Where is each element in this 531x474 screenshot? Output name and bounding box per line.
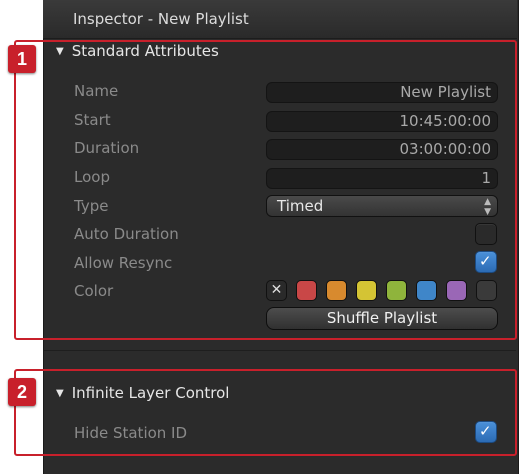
section-title: Standard Attributes <box>71 42 219 60</box>
section-2-number-badge: 2 <box>8 378 36 406</box>
type-label: Type <box>74 197 109 215</box>
duration-label: Duration <box>74 139 140 157</box>
checkmark-icon: ✓ <box>479 252 492 270</box>
name-input[interactable]: New Playlist <box>266 82 498 103</box>
checkmark-icon: ✓ <box>479 422 492 440</box>
name-label: Name <box>74 82 119 100</box>
duration-timecode-input[interactable]: 03:00:00:00 <box>266 139 498 160</box>
loop-label: Loop <box>74 168 110 186</box>
auto-duration-label: Auto Duration <box>74 225 179 243</box>
color-swatch-4[interactable] <box>386 280 407 301</box>
color-swatch-1[interactable] <box>296 280 317 301</box>
section-1-number-badge: 1 <box>8 45 36 73</box>
section-title: Infinite Layer Control <box>71 384 230 402</box>
section-standard-attributes-header[interactable]: ▼ Standard Attributes <box>56 42 219 60</box>
section-infinite-layer-control-header[interactable]: ▼ Infinite Layer Control <box>56 384 229 402</box>
color-swatch-7[interactable] <box>476 280 497 301</box>
hide-station-id-checkbox[interactable]: ✓ <box>475 421 497 443</box>
color-swatch-3[interactable] <box>356 280 377 301</box>
allow-resync-label: Allow Resync <box>74 254 173 272</box>
disclosure-triangle-icon[interactable]: ▼ <box>56 46 64 57</box>
color-swatch-none[interactable]: ✕ <box>266 280 287 301</box>
color-swatch-2[interactable] <box>326 280 347 301</box>
auto-duration-checkbox[interactable] <box>475 223 497 245</box>
color-swatch-6[interactable] <box>446 280 467 301</box>
select-arrows-icon: ▲ ▼ <box>484 197 491 217</box>
color-label: Color <box>74 282 114 300</box>
section-2-highlight <box>14 369 517 456</box>
window-title: Inspector - New Playlist <box>73 10 249 28</box>
allow-resync-checkbox[interactable]: ✓ <box>475 251 497 273</box>
disclosure-triangle-icon[interactable]: ▼ <box>56 388 64 399</box>
start-timecode-input[interactable]: 10:45:00:00 <box>266 111 498 132</box>
color-swatch-5[interactable] <box>416 280 437 301</box>
type-select[interactable]: Timed ▲ ▼ <box>266 195 498 217</box>
type-select-value: Timed <box>277 197 324 215</box>
section-divider <box>44 350 516 351</box>
shuffle-playlist-button[interactable]: Shuffle Playlist <box>266 307 498 330</box>
loop-count-input[interactable]: 1 <box>266 168 498 189</box>
start-label: Start <box>74 111 111 129</box>
hide-station-id-label: Hide Station ID <box>74 424 188 442</box>
